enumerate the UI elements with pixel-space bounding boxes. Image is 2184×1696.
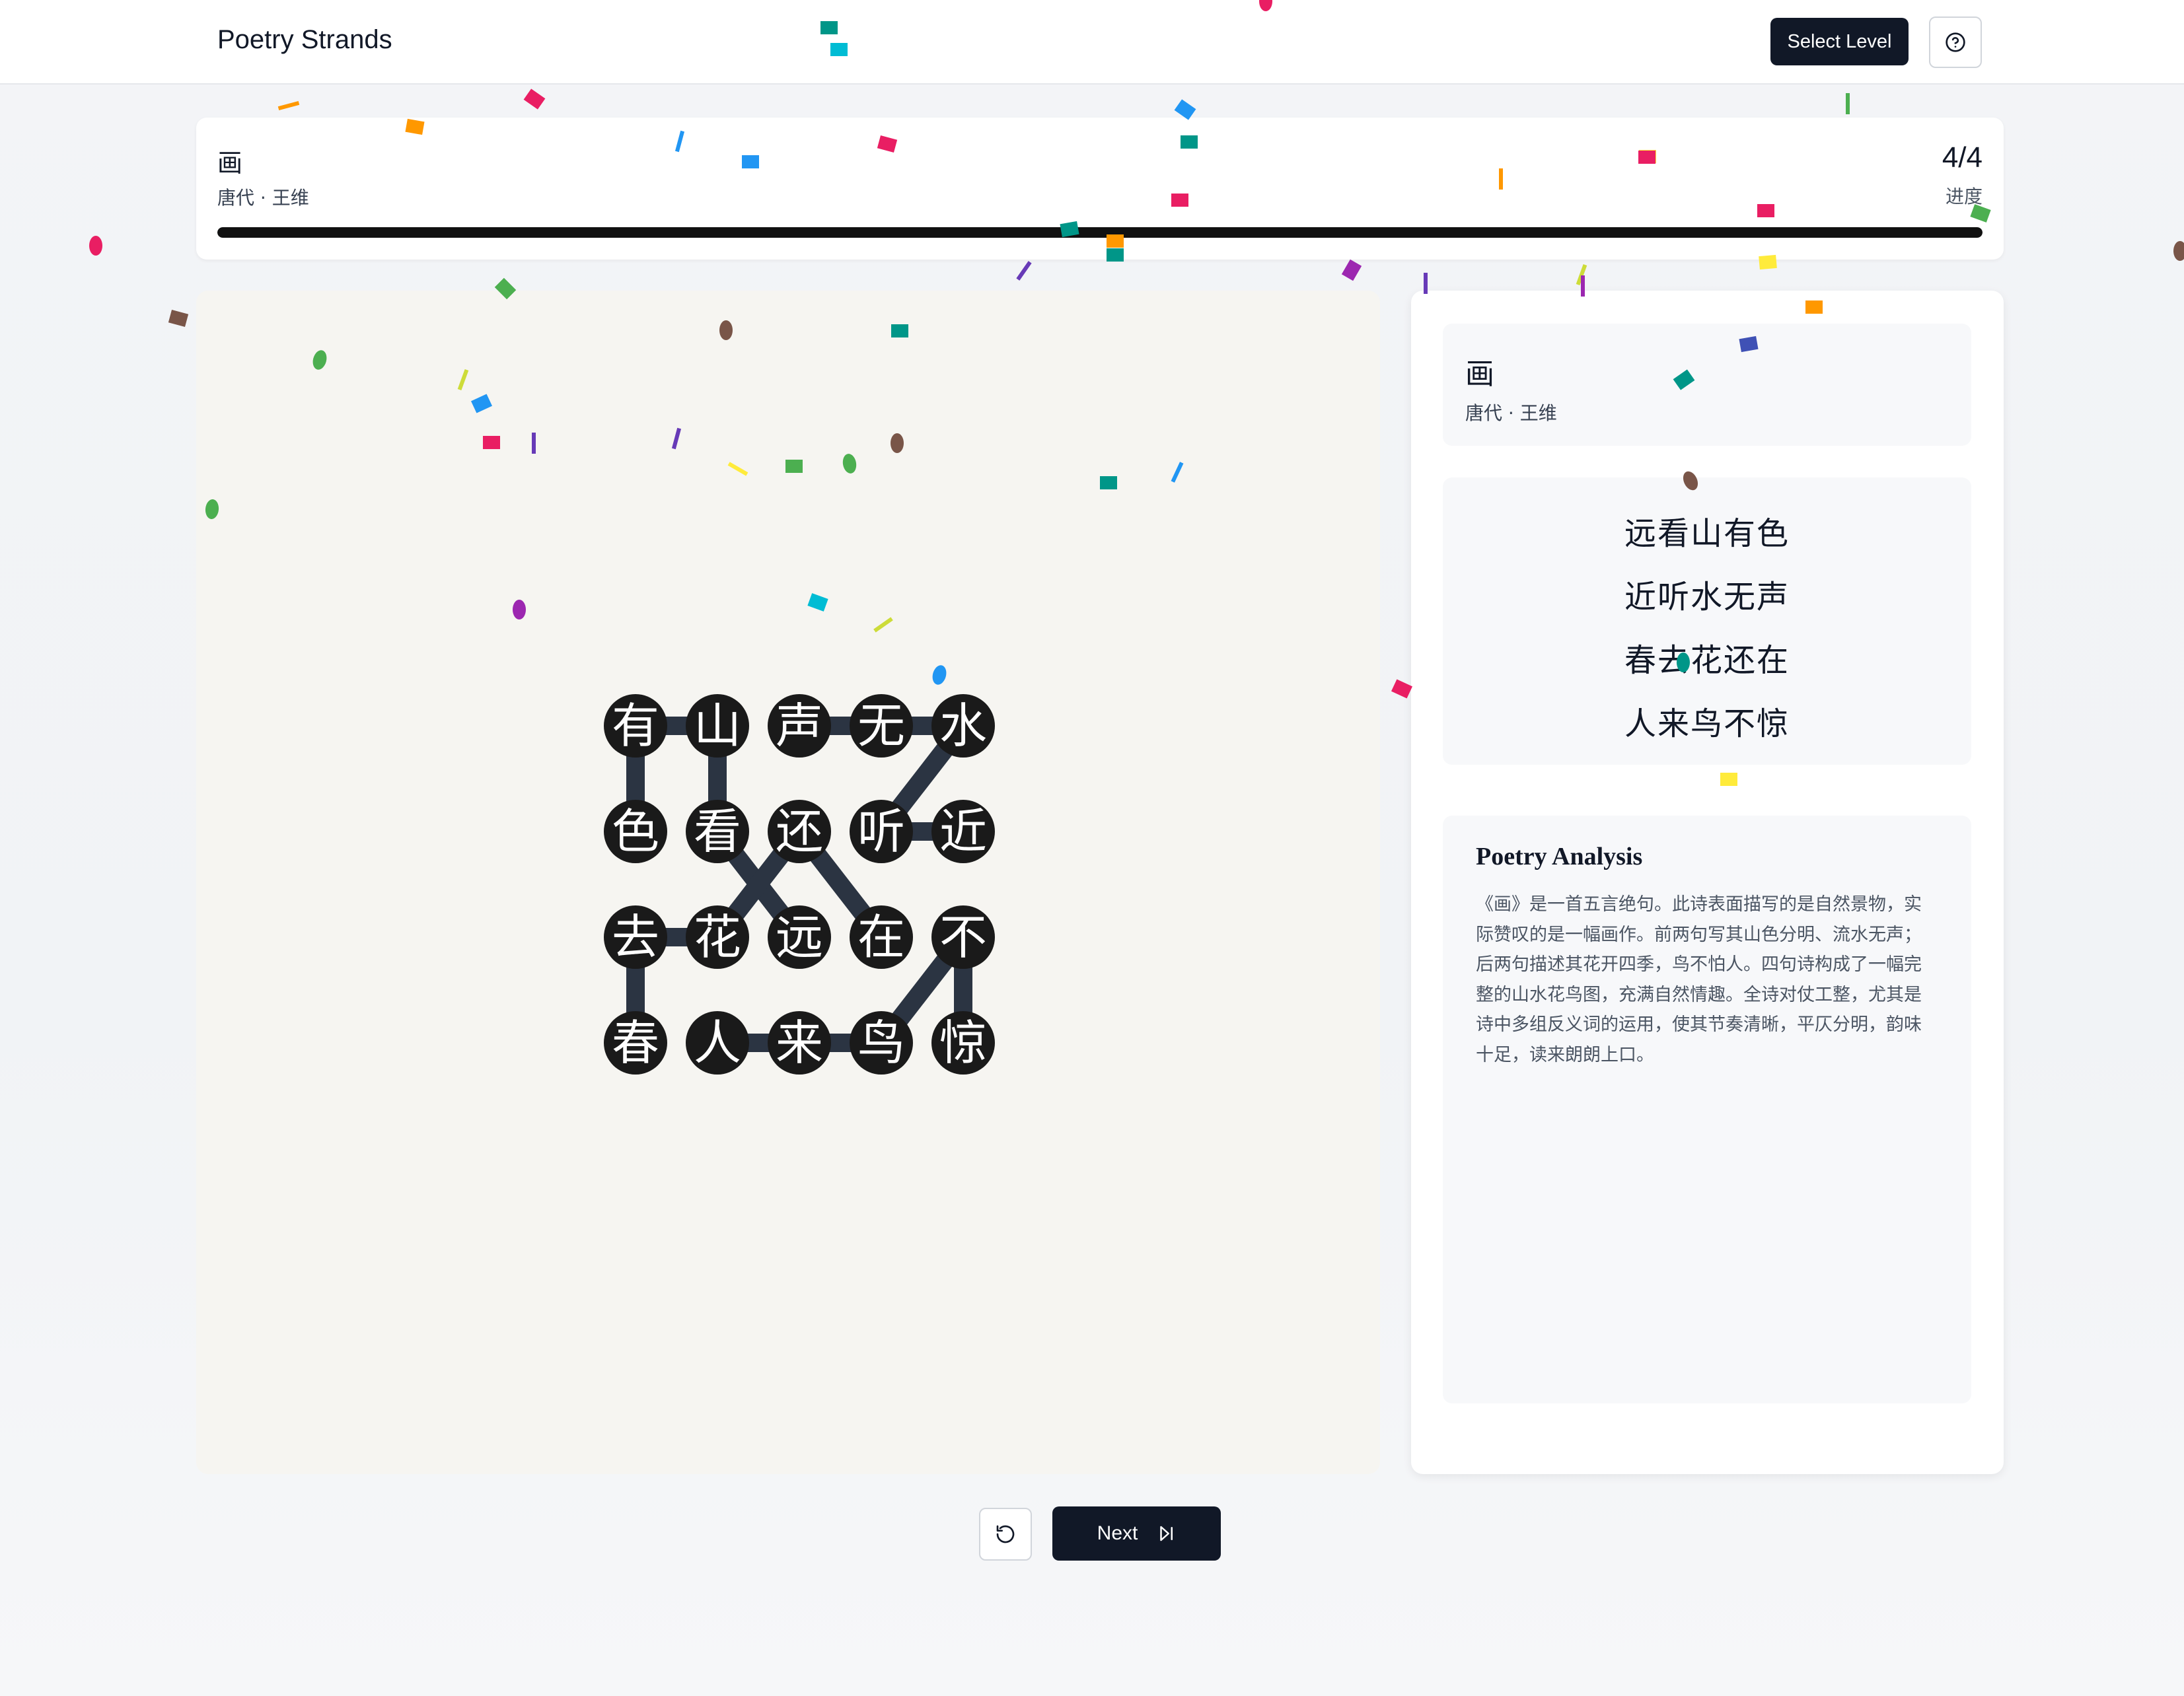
tile-character: 近 <box>939 804 987 859</box>
letter-tile[interactable]: 鸟 <box>850 1011 913 1075</box>
letter-tile[interactable]: 看 <box>686 800 749 863</box>
progress-card: 画 唐代 · 王维 4/4 进度 <box>196 118 2004 260</box>
letter-tile[interactable]: 在 <box>850 905 913 969</box>
question-circle-icon <box>1946 32 1965 52</box>
panel-title: 画 <box>1465 357 1494 391</box>
tile-character: 人 <box>694 1015 741 1071</box>
letter-tile[interactable]: 还 <box>768 800 831 863</box>
rotate-ccw-icon <box>996 1525 1015 1543</box>
app-title: Poetry Strands <box>217 25 392 54</box>
letter-tile[interactable]: 听 <box>850 800 913 863</box>
board-grid: 有山声无水色看还听近去花远在不春人来鸟惊 <box>604 694 995 1075</box>
tile-character: 鸟 <box>857 1015 905 1071</box>
confetti-piece <box>2173 241 2184 261</box>
letter-tile[interactable]: 近 <box>931 800 995 863</box>
confetti-piece <box>168 309 189 328</box>
confetti-piece <box>277 100 300 111</box>
tile-character: 花 <box>694 909 741 965</box>
tile-character: 去 <box>612 909 659 965</box>
select-level-button[interactable]: Select Level <box>1770 18 1909 65</box>
letter-tile[interactable]: 来 <box>768 1011 831 1075</box>
letter-tile[interactable]: 春 <box>604 1011 667 1075</box>
tile-character: 惊 <box>939 1015 987 1071</box>
poem-line: 人来鸟不惊 <box>1624 705 1790 742</box>
tile-character: 山 <box>694 698 741 754</box>
confetti-piece <box>1016 261 1032 281</box>
help-button[interactable] <box>1929 17 1982 68</box>
poem-line: 近听水无声 <box>1624 579 1790 616</box>
top-bar: Poetry Strands Select Level <box>0 0 2184 85</box>
next-label: Next <box>1097 1522 1138 1544</box>
next-button[interactable]: Next <box>1052 1506 1221 1561</box>
letter-tile[interactable]: 不 <box>931 905 995 969</box>
letter-tile[interactable]: 无 <box>850 694 913 758</box>
letter-tile[interactable]: 远 <box>768 905 831 969</box>
letter-tile[interactable]: 惊 <box>931 1011 995 1075</box>
tile-character: 色 <box>612 804 659 859</box>
progress-bar <box>217 227 1983 238</box>
confetti-piece <box>523 88 546 110</box>
letter-tile[interactable]: 花 <box>686 905 749 969</box>
letter-tile[interactable]: 去 <box>604 905 667 969</box>
letter-tile[interactable]: 人 <box>686 1011 749 1075</box>
confetti-piece <box>1391 679 1413 699</box>
tile-character: 看 <box>694 804 741 859</box>
progress-count: 4/4 <box>1942 141 1983 174</box>
letter-tile[interactable]: 山 <box>686 694 749 758</box>
poem-meta: 唐代 · 王维 <box>217 187 309 209</box>
panel-header: 画 唐代 · 王维 <box>1443 324 1971 446</box>
tile-character: 无 <box>857 698 905 754</box>
tile-character: 水 <box>939 698 987 754</box>
reset-button[interactable] <box>979 1508 1032 1561</box>
tile-character: 不 <box>939 909 987 965</box>
confetti-piece <box>1174 99 1196 120</box>
confetti-piece <box>1846 93 1850 114</box>
confetti-piece <box>1341 259 1362 281</box>
progress-label: 进度 <box>1945 186 1983 207</box>
poem-line: 远看山有色 <box>1624 515 1790 552</box>
tile-character: 远 <box>776 909 823 965</box>
skip-forward-icon <box>1160 1526 1173 1541</box>
poem-text: 远看山有色 近听水无声 春去花还在 人来鸟不惊 <box>1443 477 1971 765</box>
tile-character: 来 <box>776 1015 823 1071</box>
tile-character: 在 <box>857 909 905 965</box>
progress-fill <box>217 227 1983 238</box>
poem-panel: 画 唐代 · 王维 远看山有色 近听水无声 春去花还在 人来鸟不惊 Poetry… <box>1411 291 2004 1474</box>
poem-line: 春去花还在 <box>1624 642 1790 679</box>
confetti-piece <box>1576 264 1587 286</box>
tile-character: 春 <box>612 1015 659 1071</box>
confetti-piece <box>89 236 102 256</box>
letter-tile[interactable]: 水 <box>931 694 995 758</box>
analysis-text: 《画》是一首五言绝句。此诗表面描写的是自然景物，实际赞叹的是一幅画作。前两句写其… <box>1476 894 1922 1065</box>
panel-meta: 唐代 · 王维 <box>1465 402 1557 424</box>
tile-character: 还 <box>776 804 823 859</box>
tile-character: 声 <box>776 698 823 754</box>
tile-character: 有 <box>612 698 659 754</box>
letter-board: 有山声无水色看还听近去花远在不春人来鸟惊 <box>196 291 1380 1474</box>
analysis-title: Poetry Analysis <box>1476 843 1643 870</box>
analysis-card: Poetry Analysis 《画》是一首五言绝句。此诗表面描写的是自然景物，… <box>1443 816 1971 1403</box>
letter-tile[interactable]: 有 <box>604 694 667 758</box>
letter-tile[interactable]: 色 <box>604 800 667 863</box>
poem-title: 画 <box>217 149 243 178</box>
letter-tile[interactable]: 声 <box>768 694 831 758</box>
tile-character: 听 <box>857 804 905 859</box>
